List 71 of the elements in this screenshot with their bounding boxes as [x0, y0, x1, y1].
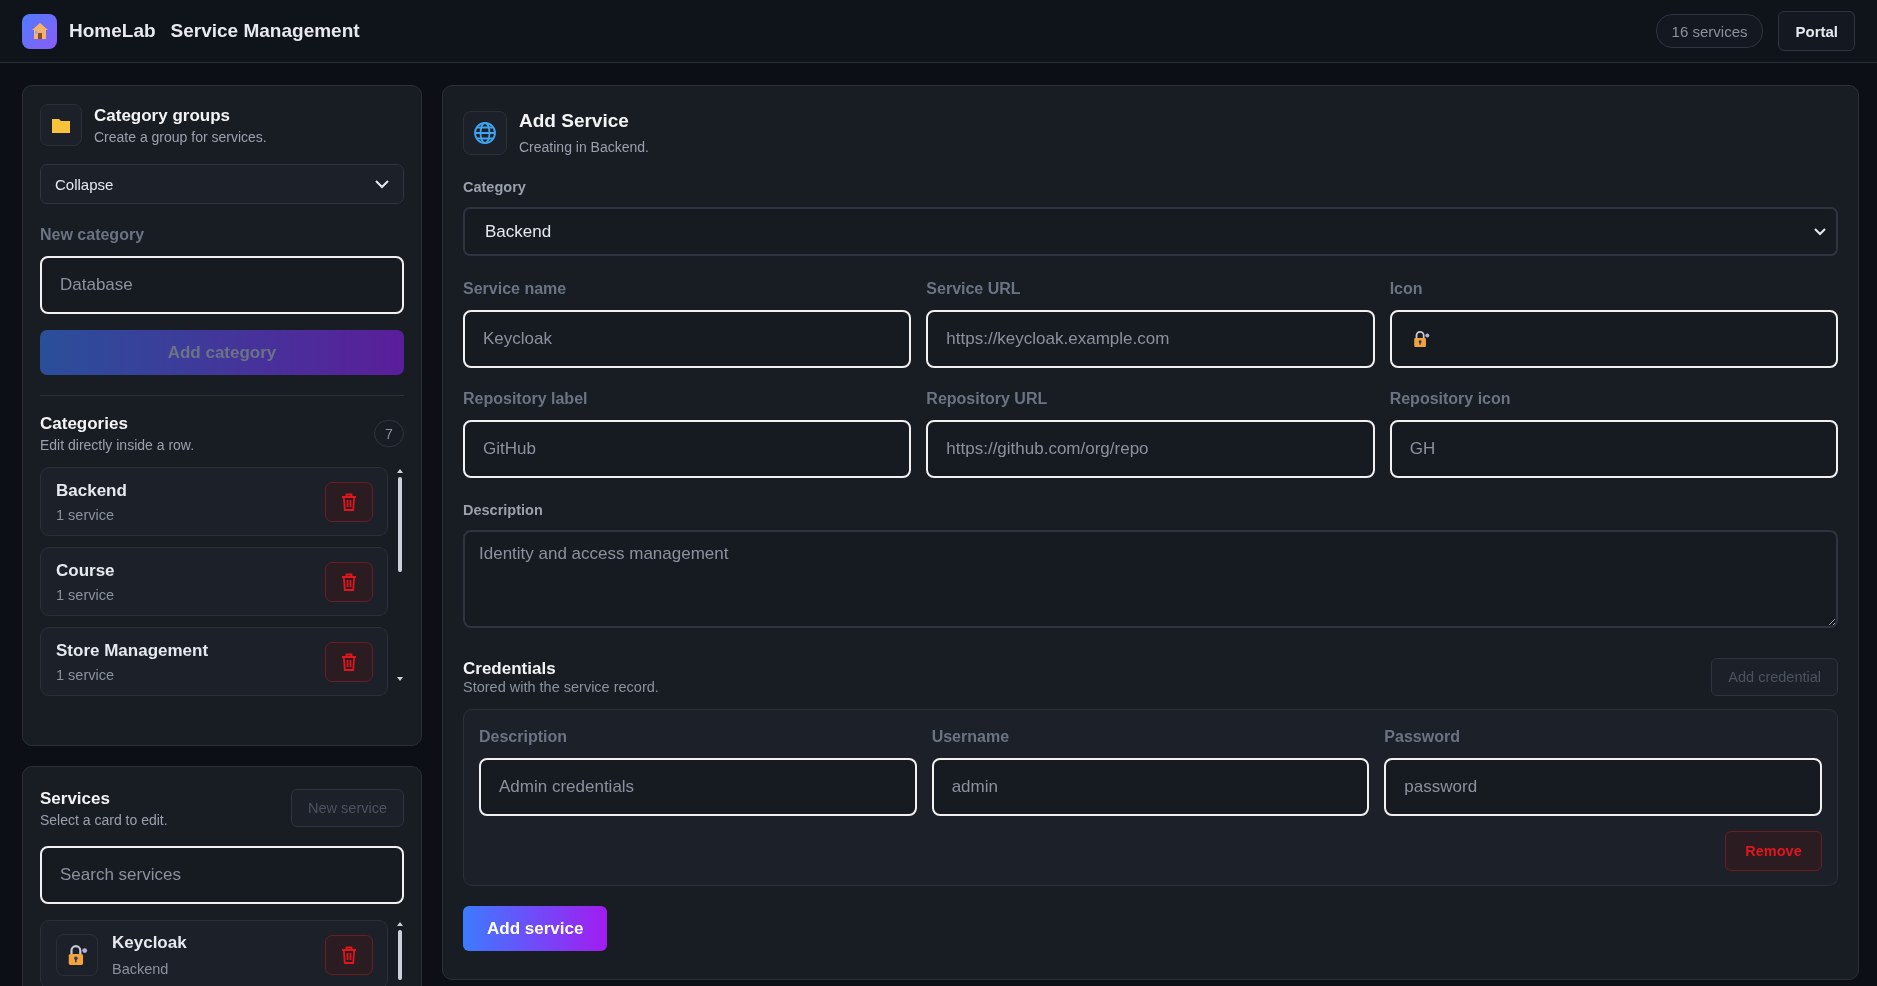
search-field[interactable]: Search services — [40, 846, 404, 904]
field-label: Service URL — [926, 280, 1022, 298]
service-count: 1 service — [56, 586, 115, 603]
service-count: 16 services — [1655, 14, 1764, 48]
category-name: Backend — [56, 480, 127, 501]
service-category: Backend — [112, 960, 170, 977]
input-field[interactable]: admin — [931, 758, 1370, 816]
category-count: 7 — [374, 420, 404, 447]
section-subtitle: Stored with the service record. — [463, 679, 659, 695]
field-label: Password — [1384, 728, 1461, 746]
input-field[interactable]: https://keycloak.example.com — [926, 310, 1375, 368]
delete-button[interactable] — [325, 481, 373, 522]
description-field[interactable]: Identity and access management — [463, 530, 1838, 628]
lock-icon — [1411, 330, 1430, 348]
service-count: 1 service — [56, 506, 116, 523]
section-title: Credentials — [463, 659, 557, 679]
field-label: Description — [463, 502, 544, 518]
icon-field[interactable] — [1389, 310, 1838, 368]
field-label: Icon — [1389, 280, 1424, 298]
delete-button[interactable] — [325, 561, 373, 602]
category-select[interactable]: Backend — [463, 207, 1838, 256]
field-label: Service name — [463, 280, 568, 298]
category-card[interactable]: Store Management 1 service — [40, 627, 388, 696]
add-service-button[interactable]: Add service — [463, 906, 608, 951]
field-label: Repository label — [463, 390, 589, 408]
form-subtitle: Creating in Backend. — [519, 139, 649, 155]
page-title: Service Management — [170, 20, 360, 42]
delete-button[interactable] — [325, 934, 373, 975]
input-field[interactable]: GitHub — [463, 420, 912, 478]
lock-icon — [66, 943, 88, 966]
input-field[interactable]: Admin credentials — [479, 758, 917, 816]
panel-subtitle: Create a group for services. — [94, 128, 267, 145]
trash-icon — [341, 492, 357, 511]
brand-name: HomeLab — [69, 20, 156, 42]
chevron-icon — [375, 179, 389, 189]
service-card[interactable]: Keycloak Backend — [40, 920, 388, 986]
globe-icon — [463, 110, 507, 155]
scrollbar[interactable] — [396, 920, 404, 980]
panel-subtitle: Select a card to edit. — [40, 812, 168, 828]
input-field[interactable]: https://github.com/org/repo — [926, 420, 1375, 478]
panel-title: Services — [40, 789, 111, 809]
chevron-icon — [1814, 227, 1826, 236]
scrollbar[interactable] — [396, 467, 404, 683]
section-subtitle: Edit directly inside a row. — [40, 437, 195, 453]
category-card[interactable]: Course 1 service — [40, 547, 388, 616]
field-label: Category — [463, 179, 527, 195]
input-field[interactable]: GH — [1389, 420, 1838, 478]
app-logo — [22, 13, 57, 49]
service-name: Keycloak — [112, 932, 188, 953]
collapse-select[interactable]: Collapse — [40, 164, 404, 204]
field-label: Username — [931, 728, 1011, 746]
portal-button[interactable]: Portal — [1778, 11, 1855, 51]
panel-title: Category groups — [94, 105, 232, 126]
folder-icon — [40, 104, 82, 146]
category-card[interactable]: Backend 1 service — [40, 467, 388, 536]
form-title: Add Service — [519, 110, 630, 132]
category-name: Course — [56, 560, 115, 581]
category-name: Store Management — [56, 640, 209, 661]
service-count: 1 service — [56, 666, 116, 683]
delete-button[interactable] — [325, 641, 373, 682]
field-label: Repository URL — [926, 390, 1049, 408]
field-label: Description — [479, 728, 568, 746]
section-title: Categories — [40, 414, 129, 434]
field-label: Repository icon — [1389, 390, 1512, 408]
trash-icon — [341, 572, 357, 591]
trash-icon — [341, 945, 357, 964]
field-label: New category — [40, 226, 146, 244]
category-name-field[interactable]: Database — [40, 256, 404, 314]
input-field[interactable]: password — [1384, 758, 1822, 816]
input-field[interactable]: Keycloak — [463, 310, 912, 368]
trash-icon — [341, 652, 357, 671]
